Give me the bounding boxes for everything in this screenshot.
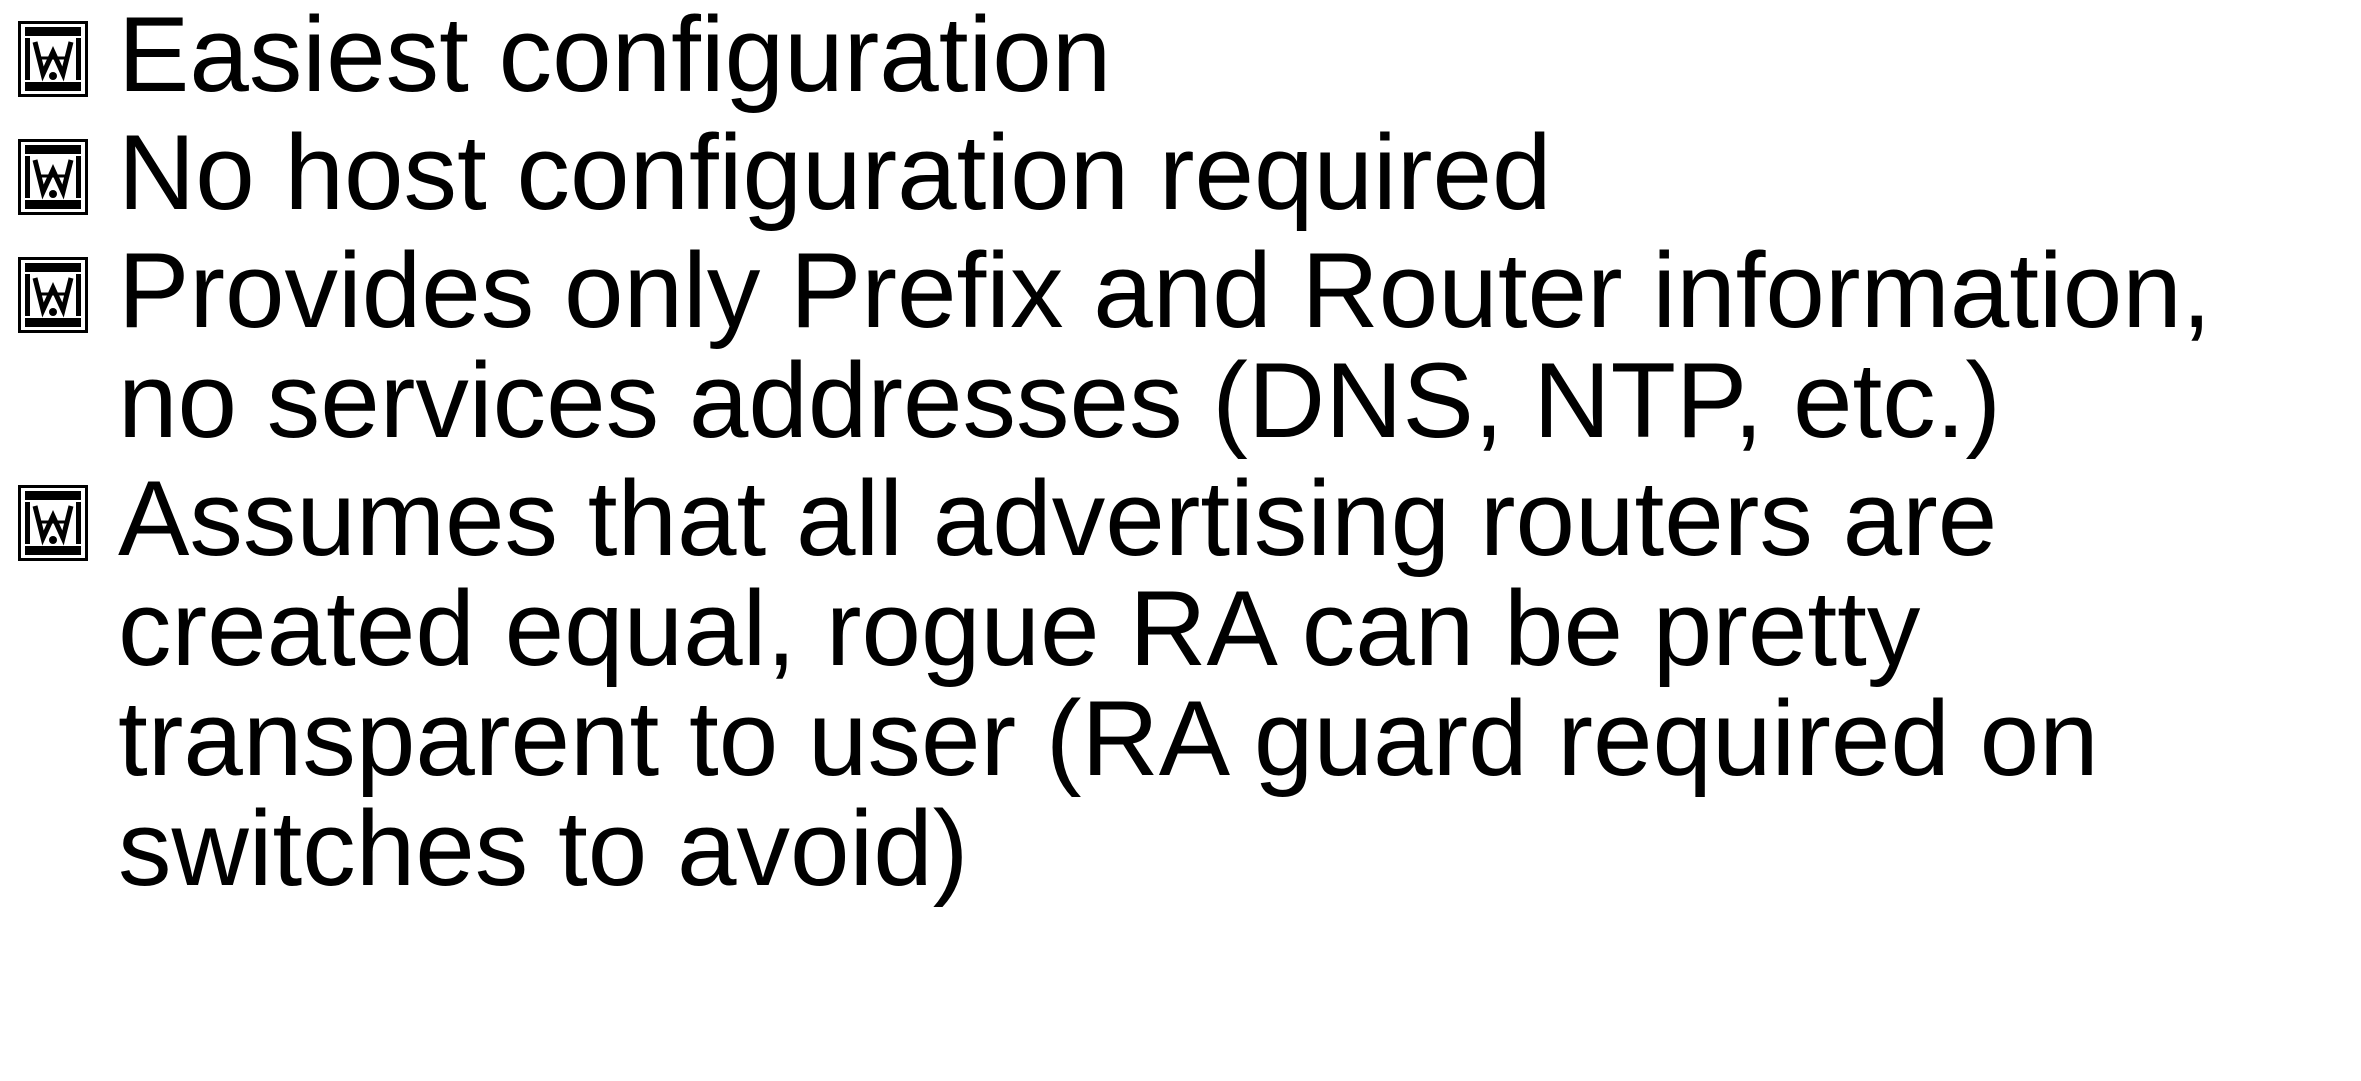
bullet-item: No host configuration required xyxy=(0,117,2361,227)
bullet-item: Provides only Prefix and Router informat… xyxy=(0,235,2361,455)
bullet-item: Assumes that all advertising routers are… xyxy=(0,463,2361,903)
bullet-line: No host configuration required xyxy=(118,112,1552,232)
private-use-stamp-icon xyxy=(18,139,88,215)
bullet-line: transparent to user (RA guard required o… xyxy=(118,678,2099,798)
bullet-line: created equal, rogue RA can be pretty xyxy=(118,568,1921,688)
private-use-stamp-icon xyxy=(18,485,88,561)
bullet-item: Easiest configuration xyxy=(0,0,2361,109)
bullet-line: Provides only Prefix and Router informat… xyxy=(118,230,2212,350)
bullet-line: switches to avoid) xyxy=(118,788,969,908)
bullet-list: Easiest configuration No host configurat… xyxy=(0,0,2361,903)
slide: Easiest configuration No host configurat… xyxy=(0,0,2361,1081)
private-use-stamp-icon xyxy=(18,257,88,333)
bullet-line: Easiest configuration xyxy=(118,0,1112,114)
bullet-line: Assumes that all advertising routers are xyxy=(118,458,1998,578)
bullet-line: no services addresses (DNS, NTP, etc.) xyxy=(118,340,2002,460)
private-use-stamp-icon xyxy=(18,21,88,97)
